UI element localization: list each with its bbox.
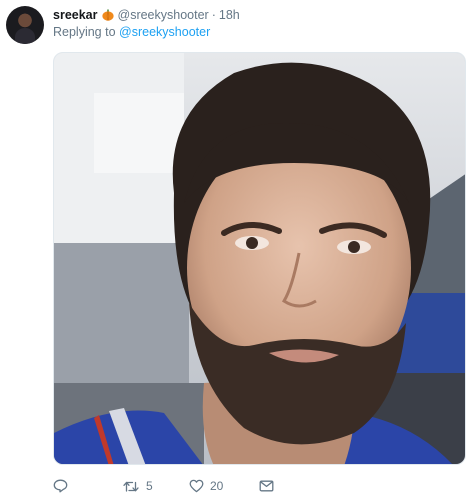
avatar[interactable]	[6, 6, 44, 44]
photo-image	[54, 53, 465, 464]
reply-prefix: Replying to	[53, 25, 116, 39]
separator-dot: ·	[211, 8, 216, 22]
message-button[interactable]	[259, 478, 274, 494]
reply-button[interactable]	[53, 478, 123, 494]
like-button[interactable]: 20	[189, 478, 259, 494]
retweet-icon	[123, 481, 139, 492]
reply-icon	[53, 479, 68, 493]
retweet-count: 5	[146, 479, 153, 493]
author-handle[interactable]: @sreekyshooter	[118, 8, 209, 22]
reply-to-link[interactable]: @sreekyshooter	[119, 25, 210, 39]
retweet-button[interactable]: 5	[123, 478, 189, 494]
action-bar: 5 20	[53, 478, 274, 494]
heart-icon	[189, 479, 204, 493]
like-count: 20	[210, 479, 224, 493]
tweet-header: sreekar @sreekyshooter · 18h	[53, 7, 240, 23]
timestamp[interactable]: 18h	[219, 8, 240, 22]
message-icon	[259, 480, 274, 492]
replying-to-line: Replying to @sreekyshooter	[53, 25, 210, 39]
author-name[interactable]: sreekar	[53, 8, 98, 22]
tweet-photo[interactable]	[53, 52, 466, 465]
pumpkin-icon	[101, 9, 114, 21]
